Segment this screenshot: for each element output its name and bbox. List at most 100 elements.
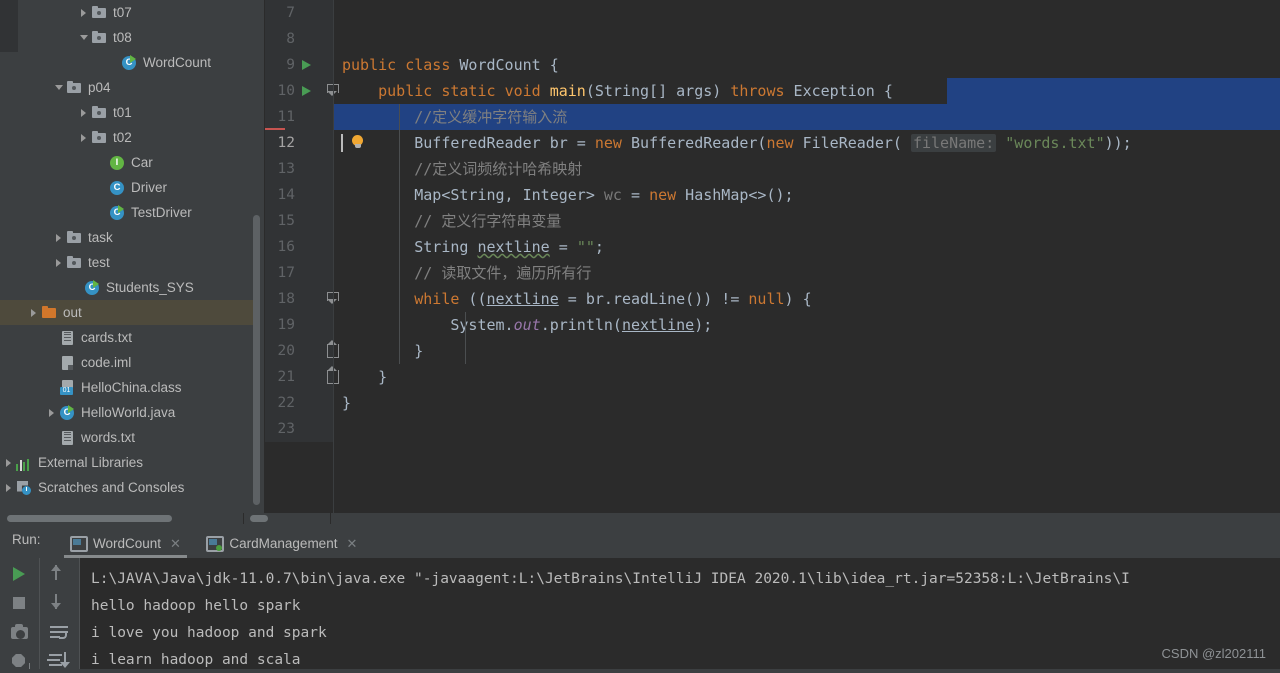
code-line[interactable]: 9 public class WordCount { [265,52,1280,78]
console-output[interactable]: L:\JAVA\Java\jdk-11.0.7\bin\java.exe "-j… [80,558,1280,673]
down-button[interactable] [40,587,78,616]
editor-gutter[interactable]: 17 [265,260,333,286]
chevron-right-icon[interactable] [46,406,59,419]
run-tab-wordcount[interactable]: WordCount ✕ [62,528,189,558]
editor-gutter[interactable]: 18 [265,286,339,312]
scrollbar-thumb-secondary[interactable] [250,515,268,522]
code-text[interactable]: // 定义行字符串变量 [333,208,1280,234]
chevron-right-icon[interactable] [3,456,16,469]
editor-horizontal-scrollbar[interactable] [0,513,1280,524]
editor-lines[interactable]: 7 8 9 public class WordCount {10 public sta… [265,0,1280,442]
run-gutter-icon[interactable] [302,60,311,70]
tree-item-t08[interactable]: t08 [0,25,258,50]
code-line[interactable]: 19 System.out.println(nextline); [265,312,1280,338]
project-tree[interactable]: t07 t08 WordCount p04t01 t02 Car Driver TestDri… [0,0,258,500]
print-button[interactable] [0,616,38,645]
code-line[interactable]: 8 [265,26,1280,52]
editor-gutter[interactable]: 13 [265,156,333,182]
tree-item-task[interactable]: task [0,225,258,250]
tree-item-t02[interactable]: t02 [0,125,258,150]
tree-item-testdriver[interactable]: TestDriver [0,200,258,225]
tree-item-cards-txt[interactable]: cards.txt [0,325,258,350]
close-icon[interactable]: ✕ [170,537,181,550]
editor-gutter[interactable]: 9 [265,52,333,78]
chevron-down-icon[interactable] [53,81,66,94]
run-tab-cardmanagement[interactable]: CardManagement ✕ [198,528,365,558]
code-line[interactable]: 10 public static void main(String[] args… [265,78,1280,104]
editor-gutter[interactable]: 12 [265,130,363,156]
tree-item-test[interactable]: test [0,250,258,275]
chevron-right-icon[interactable] [78,106,91,119]
code-text[interactable]: public class WordCount { [333,52,1280,78]
tree-item-out[interactable]: out [0,300,258,325]
editor-gutter[interactable]: 20 [265,338,339,364]
editor-gutter[interactable]: 7 [265,0,333,26]
up-button[interactable] [40,558,78,587]
editor-gutter[interactable]: 23 [265,416,333,442]
code-text[interactable]: System.out.println(nextline); [333,312,1280,338]
run-gutter-icon[interactable] [302,86,311,96]
editor-gutter[interactable]: 21 [265,364,339,390]
code-line[interactable]: 18 while ((nextline = br.readLine()) != … [265,286,1280,312]
editor-gutter[interactable]: 14 [265,182,333,208]
tree-item-external-libraries[interactable]: External Libraries [0,450,258,475]
editor-gutter[interactable]: 22 [265,390,333,416]
tree-item-words-txt[interactable]: words.txt [0,425,258,450]
editor-gutter[interactable]: 11 [265,104,333,130]
code-text[interactable]: Map<String, Integer> wc = new HashMap<>(… [333,182,1280,208]
tree-item-driver[interactable]: Driver [0,175,258,200]
editor-gutter[interactable]: 15 [265,208,333,234]
chevron-right-icon[interactable] [53,231,66,244]
rerun-button[interactable] [0,558,38,587]
code-line[interactable]: 17 // 读取文件，遍历所有行 [265,260,1280,286]
stop-button[interactable] [0,587,38,616]
chevron-right-icon[interactable] [78,131,91,144]
code-editor[interactable]: 7 8 9 public class WordCount {10 public sta… [265,0,1280,513]
code-line[interactable]: 12 BufferedReader br = new BufferedReade… [265,130,1280,156]
code-text[interactable]: } [333,364,1280,390]
run-toolbar[interactable] [0,558,80,673]
tree-item-code-iml[interactable]: code.iml [0,350,258,375]
code-line[interactable]: 13 //定义词频统计哈希映射 [265,156,1280,182]
code-text[interactable]: } [333,338,1280,364]
tree-item-wordcount[interactable]: WordCount [0,50,258,75]
code-line[interactable]: 22} [265,390,1280,416]
code-text[interactable]: } [333,390,1280,416]
code-text[interactable] [333,0,1280,26]
code-text[interactable]: BufferedReader br = new BufferedReader(n… [333,130,1280,156]
editor-gutter[interactable]: 16 [265,234,333,260]
code-text[interactable]: //定义缓冲字符输入流 [333,104,1280,130]
tree-item-students-sys[interactable]: Students_SYS [0,275,258,300]
code-line[interactable]: 16 String nextline = ""; [265,234,1280,260]
chevron-right-icon[interactable] [28,306,41,319]
code-text[interactable]: public static void main(String[] args) t… [333,78,1280,104]
code-text[interactable]: while ((nextline = br.readLine()) != nul… [333,286,1280,312]
code-line[interactable]: 14 Map<String, Integer> wc = new HashMap… [265,182,1280,208]
tree-item-helloworld-java[interactable]: HelloWorld.java [0,400,258,425]
code-text[interactable] [333,416,1280,442]
code-line[interactable]: 7 [265,0,1280,26]
chevron-right-icon[interactable] [53,256,66,269]
chevron-down-icon[interactable] [78,31,91,44]
code-line[interactable]: 15 // 定义行字符串变量 [265,208,1280,234]
soft-wrap-button[interactable] [40,616,78,645]
tree-item-scratches-and-consoles[interactable]: Scratches and Consoles [0,475,258,500]
editor-gutter[interactable]: 8 [265,26,333,52]
scrollbar-thumb[interactable] [7,515,172,522]
code-text[interactable]: String nextline = ""; [333,234,1280,260]
code-text[interactable]: // 读取文件，遍历所有行 [333,260,1280,286]
tree-item-hellochina-class[interactable]: HelloChina.class [0,375,258,400]
chevron-right-icon[interactable] [3,481,16,494]
project-tree-scrollbar[interactable] [253,215,260,505]
code-line[interactable]: 23 [265,416,1280,442]
tree-item-p04[interactable]: p04 [0,75,258,100]
tree-item-car[interactable]: Car [0,150,258,175]
code-line[interactable]: 20 } [265,338,1280,364]
code-line[interactable]: 21 } [265,364,1280,390]
code-text[interactable]: //定义词频统计哈希映射 [333,156,1280,182]
chevron-right-icon[interactable] [78,6,91,19]
tree-item-t01[interactable]: t01 [0,100,258,125]
close-icon[interactable]: ✕ [346,537,357,550]
code-line[interactable]: 11 //定义缓冲字符输入流 [265,104,1280,130]
editor-gutter[interactable]: 10 [265,78,339,104]
